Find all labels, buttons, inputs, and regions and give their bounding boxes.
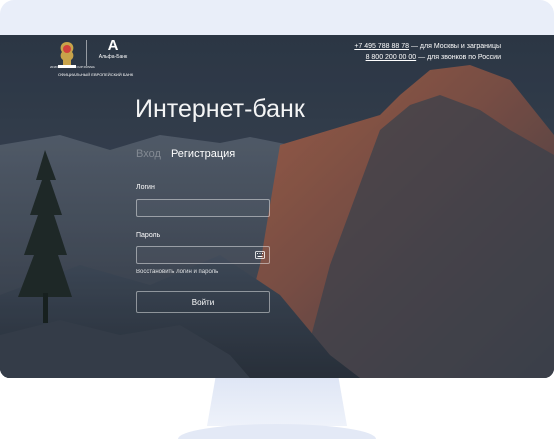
alfa-glyph: А [107,37,119,54]
partner-text: 2018 FIFA WORLD CUP RUSSIA [50,65,95,69]
login-label: Логин [136,184,155,191]
bank-tagline: ОФИЦИАЛЬНЫЙ ЕВРОПЕЙСКИЙ БАНК [58,72,134,77]
login-submit-button[interactable]: Войти [136,291,270,313]
phone-number[interactable]: +7 495 788 88 78 [354,43,409,50]
tab-registration[interactable]: Регистрация [171,148,235,160]
page-title: Интернет-банк [135,95,305,123]
tab-login[interactable]: Вход [136,148,161,160]
password-input[interactable] [137,249,269,266]
login-field[interactable] [136,199,270,219]
logo-divider [86,40,87,66]
password-field[interactable] [136,246,270,266]
keyboard-icon[interactable] [255,251,265,259]
monitor-base [178,424,376,439]
screen: А Альфа-Банк ОФИЦИАЛЬНЫЙ ЕВРОПЕЙСКИЙ БАН… [0,35,554,378]
bank-name: Альфа-Банк [98,54,128,60]
password-label: Пароль [136,232,161,239]
alfa-bank-logo[interactable]: А Альфа-Банк [98,37,128,61]
contact-phone-moscow: +7 495 788 88 78 — для Москвы и заграниц… [354,43,501,50]
phone-note: — для звонков по России [416,54,501,61]
mountain-background [0,35,554,378]
recover-credentials-link[interactable]: Восстановить логин и пароль [136,269,218,275]
auth-tabs: Вход Регистрация [136,148,235,160]
monitor-stand [207,378,347,426]
phone-note: — для Москвы и заграницы [409,43,501,50]
login-input[interactable] [137,202,269,219]
contact-phone-russia: 8 800 200 00 00 — для звонков по России [366,54,501,61]
phone-number[interactable]: 8 800 200 00 00 [366,54,417,61]
